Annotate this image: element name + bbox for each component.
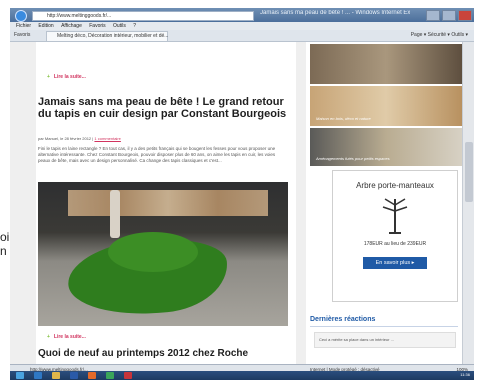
taskbar: 11:36 — [10, 371, 474, 380]
sidebar-photo-1[interactable] — [310, 44, 462, 84]
article-title[interactable]: Jamais sans ma peau de bête ! Le grand r… — [38, 96, 288, 120]
tab-label: Melting déco, Décoration intérieur, mobi… — [57, 33, 169, 39]
main-content: Lire la suite... Jamais sans ma peau de … — [36, 42, 296, 364]
photo-green-rug-highlight — [108, 232, 198, 272]
read-more-link-top[interactable]: Lire la suite... — [47, 74, 86, 80]
reaction-text: Ceci a mérite sa place dans un intérieur… — [319, 337, 394, 342]
ad-more-button[interactable]: En savoir plus ▸ — [363, 257, 427, 269]
menu-help[interactable]: ? — [133, 23, 136, 29]
photo-background-shelves — [68, 190, 268, 216]
sidebar-caption-3: Aménagements futés pour petits espaces — [316, 156, 390, 161]
ad-title: Arbre porte-manteaux — [356, 181, 434, 190]
minimize-button[interactable] — [426, 10, 440, 21]
sidebar-photo-2[interactable]: Maison en bois, déco et nature — [310, 86, 462, 126]
ie-logo-icon — [15, 10, 27, 22]
coat-tree-icon — [382, 198, 408, 234]
menu-bar: Fichier Edition Affichage Favoris Outils… — [10, 22, 474, 30]
photo-person — [110, 190, 120, 238]
app-taskbar-icon[interactable] — [106, 372, 114, 379]
reactions-divider — [310, 326, 458, 327]
article-photo[interactable] — [38, 182, 288, 326]
window-titlebar: http://www.meltinggoods.fr/... Jamais sa… — [10, 8, 474, 22]
app2-taskbar-icon[interactable] — [124, 372, 132, 379]
favorites-button[interactable]: Favoris — [14, 32, 30, 38]
menu-edition[interactable]: Edition — [38, 23, 53, 29]
page-scrollbar[interactable] — [462, 42, 474, 364]
ad-more-label: En savoir plus — [375, 260, 411, 266]
comments-link[interactable]: 1 commentaire — [94, 136, 120, 141]
ie-taskbar-icon[interactable] — [34, 372, 42, 379]
tab-meltingdeco[interactable]: Melting déco, Décoration intérieur, mobi… — [46, 31, 168, 42]
taskbar-clock: 11:36 — [460, 372, 470, 377]
sidebar-photo-3[interactable]: Aménagements futés pour petits espaces — [310, 128, 462, 166]
reaction-item[interactable]: Ceci a mérite sa place dans un intérieur… — [314, 332, 456, 348]
address-text: http://www.meltinggoods.fr/... — [47, 13, 112, 19]
menu-outils[interactable]: Outils — [113, 23, 126, 29]
start-icon[interactable] — [16, 372, 24, 379]
left-fragment-1: oi — [0, 230, 10, 244]
reactions-title: Dernières réactions — [310, 316, 376, 323]
taskbar-icons — [16, 372, 132, 379]
next-article-title[interactable]: Quoi de neuf au printemps 2012 chez Roch… — [38, 348, 298, 359]
sidebar: Maison en bois, déco et nature Aménageme… — [306, 42, 462, 364]
folder-taskbar-icon[interactable] — [52, 372, 60, 379]
command-bar[interactable]: Page ▾ Sécurité ▾ Outils ▾ — [411, 32, 468, 38]
read-more-link-bottom[interactable]: Lire la suite... — [47, 334, 86, 340]
article-excerpt: Fini le tapis en laine rectangle ? En to… — [38, 146, 276, 163]
menu-fichier[interactable]: Fichier — [16, 23, 31, 29]
ad-price: 178EUR au lieu de 239EUR — [363, 241, 427, 247]
tab-bar: Favoris Melting déco, Décoration intérie… — [10, 30, 474, 42]
ad-box: Arbre porte-manteaux 178EUR au lieu de 2… — [332, 170, 458, 302]
scrollbar-thumb[interactable] — [465, 142, 473, 202]
address-bar[interactable]: http://www.meltinggoods.fr/... — [32, 11, 254, 21]
web-page: Lire la suite... Jamais sans ma peau de … — [10, 42, 462, 364]
menu-affichage[interactable]: Affichage — [61, 23, 82, 29]
word-taskbar-icon[interactable] — [70, 372, 78, 379]
browser-screenshot: http://www.meltinggoods.fr/... Jamais sa… — [10, 8, 474, 380]
article-meta-prefix: par Manuel, le 28 février 2012 | — [38, 136, 94, 141]
left-fragment-2: n — [0, 244, 7, 258]
window-title: Jamais sans ma peau de bête ! ... - Wind… — [260, 10, 410, 16]
close-button[interactable] — [458, 10, 472, 21]
sidebar-caption-1: Maison en bois, déco et nature — [316, 116, 371, 121]
window-controls — [426, 10, 472, 21]
menu-favoris[interactable]: Favoris — [89, 23, 105, 29]
maximize-button[interactable] — [442, 10, 456, 21]
media-taskbar-icon[interactable] — [88, 372, 96, 379]
article-meta: par Manuel, le 28 février 2012 | 1 comme… — [38, 136, 121, 141]
